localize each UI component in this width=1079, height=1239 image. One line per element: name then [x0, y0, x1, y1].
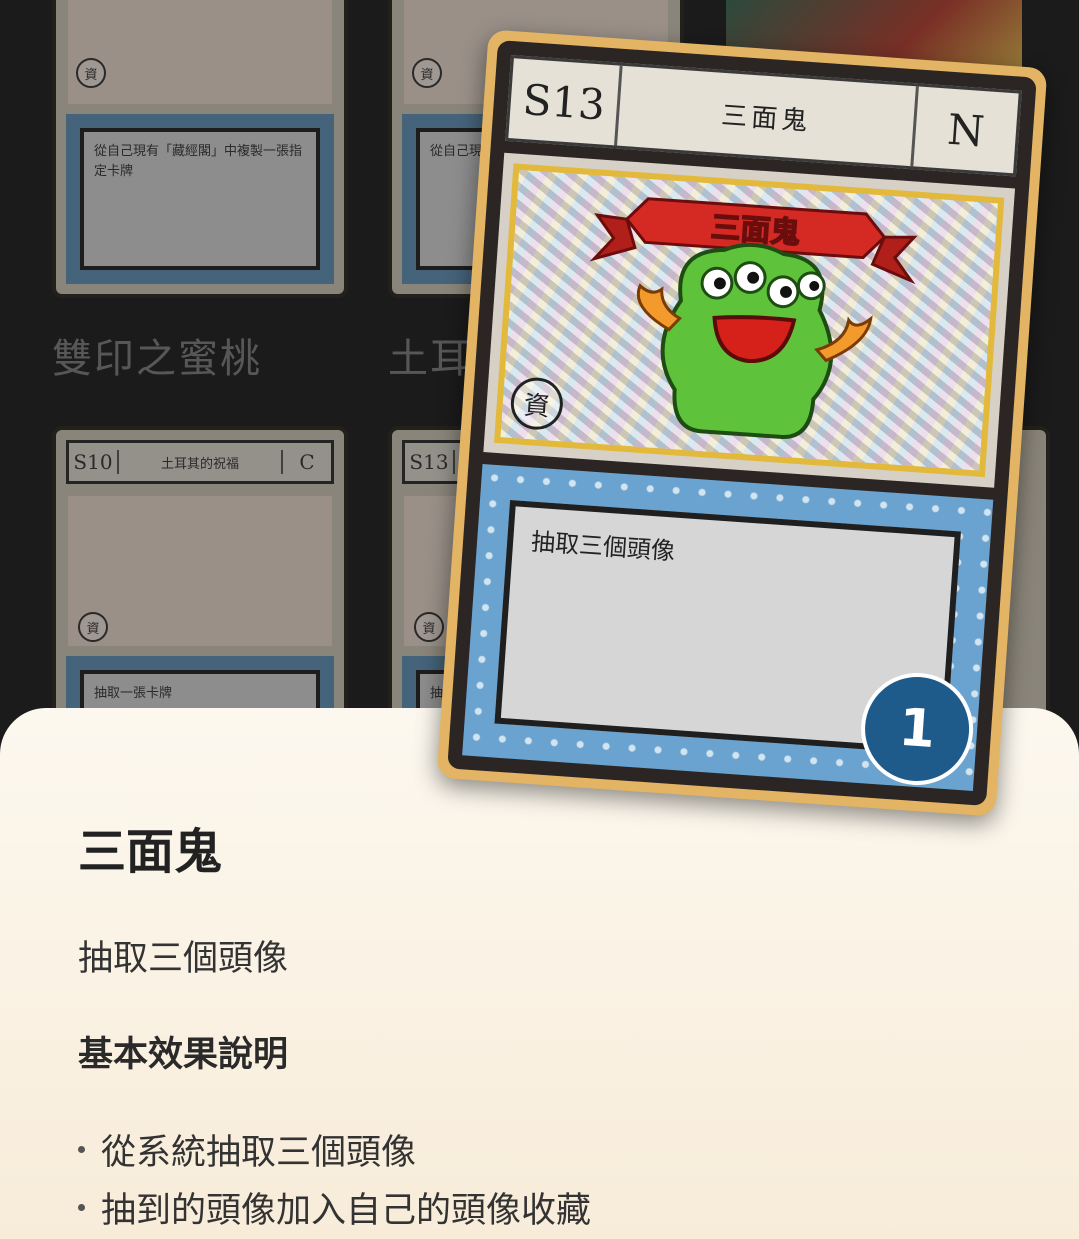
effect-bullet-text: 從系統抽取三個頭像	[101, 1133, 417, 1173]
effect-bullet: 從系統抽取三個頭像	[78, 1124, 416, 1175]
stamp-icon: 資	[78, 612, 108, 642]
bullet-dot-icon	[78, 1204, 85, 1211]
grid-card-4[interactable]: S10 土耳其的祝福 C 資 抽取一張卡牌	[52, 426, 348, 746]
card-art	[68, 0, 332, 104]
card-detail-description: 抽取三個頭像	[78, 939, 289, 979]
stamp-icon: 資	[76, 58, 106, 88]
card-rarity: N	[910, 86, 1019, 174]
grid-card-1[interactable]: 資 從自己現有「藏經閣」中複製一張指定卡牌	[52, 0, 348, 298]
featured-card[interactable]: S13 三面鬼 N 三面鬼 資 抽取三個頭像 1	[436, 29, 1048, 817]
effect-bullet: 抽到的頭像加入自己的頭像收藏	[78, 1182, 591, 1233]
card-body: S13 三面鬼 N 三面鬼 資 抽取三個頭像 1	[447, 40, 1037, 806]
card-name: 三面鬼	[720, 100, 813, 137]
bullet-dot-icon	[78, 1146, 85, 1153]
card-detail-title: 三面鬼	[78, 824, 223, 880]
stamp-icon: 資	[412, 58, 442, 88]
card-header: S10 土耳其的祝福 C	[66, 440, 334, 484]
card-rarity: C	[281, 450, 331, 474]
card-art: 三面鬼 資	[494, 163, 1005, 478]
card-art-frame: 三面鬼 資	[483, 152, 1016, 488]
grid-card-title: 雙印之蜜桃	[52, 336, 262, 382]
card-effect-panel: 從自己現有「藏經閣」中複製一張指定卡牌	[66, 114, 334, 284]
card-code: S13	[508, 58, 623, 146]
basic-effect-heading: 基本效果說明	[78, 1035, 289, 1075]
stamp-icon: 資	[414, 612, 444, 642]
card-effect-text: 從自己現有「藏經閣」中複製一張指定卡牌	[80, 128, 320, 270]
effect-bullet-text: 抽到的頭像加入自己的頭像收藏	[101, 1191, 592, 1231]
card-code: S10	[69, 450, 119, 474]
card-code: S13	[405, 450, 455, 474]
card-effect-panel: 抽取三個頭像 1	[462, 463, 994, 792]
three-faced-ghost-illustration: 三面鬼	[589, 197, 918, 439]
card-name: 土耳其的祝福	[160, 456, 239, 472]
grid-card-title: 土耳	[388, 336, 472, 382]
